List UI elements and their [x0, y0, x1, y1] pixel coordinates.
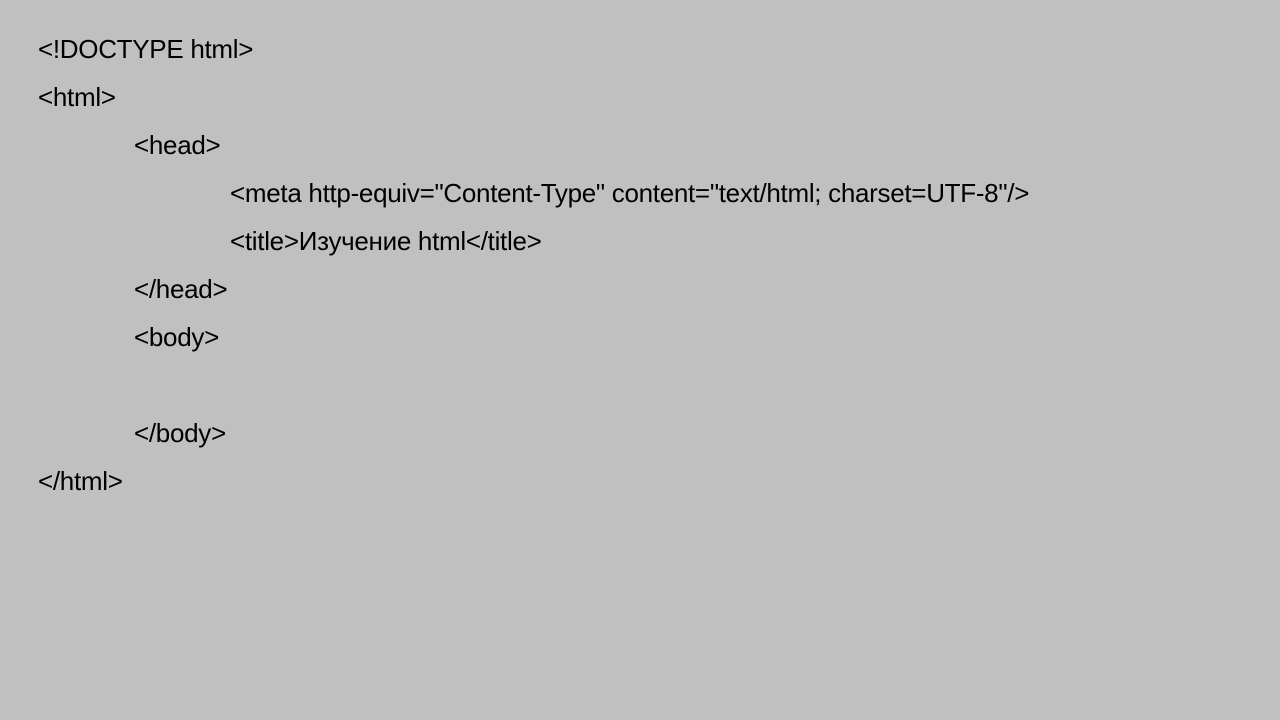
body-open-line: <body> — [134, 322, 219, 352]
body-close-line: </body> — [134, 418, 226, 448]
meta-line: <meta http-equiv="Content-Type" content=… — [230, 178, 1030, 208]
html-close-line: </html> — [38, 466, 123, 496]
slide: <!DOCTYPE html> <html> <head> <meta http… — [0, 0, 1280, 720]
title-line: <title>Изучение html</title> — [230, 226, 542, 256]
html-code-listing: <!DOCTYPE html> <html> <head> <meta http… — [38, 30, 1258, 510]
html-open-line: <html> — [38, 82, 116, 112]
head-close-line: </head> — [134, 274, 228, 304]
head-open-line: <head> — [134, 130, 221, 160]
doctype-line: <!DOCTYPE html> — [38, 34, 254, 64]
